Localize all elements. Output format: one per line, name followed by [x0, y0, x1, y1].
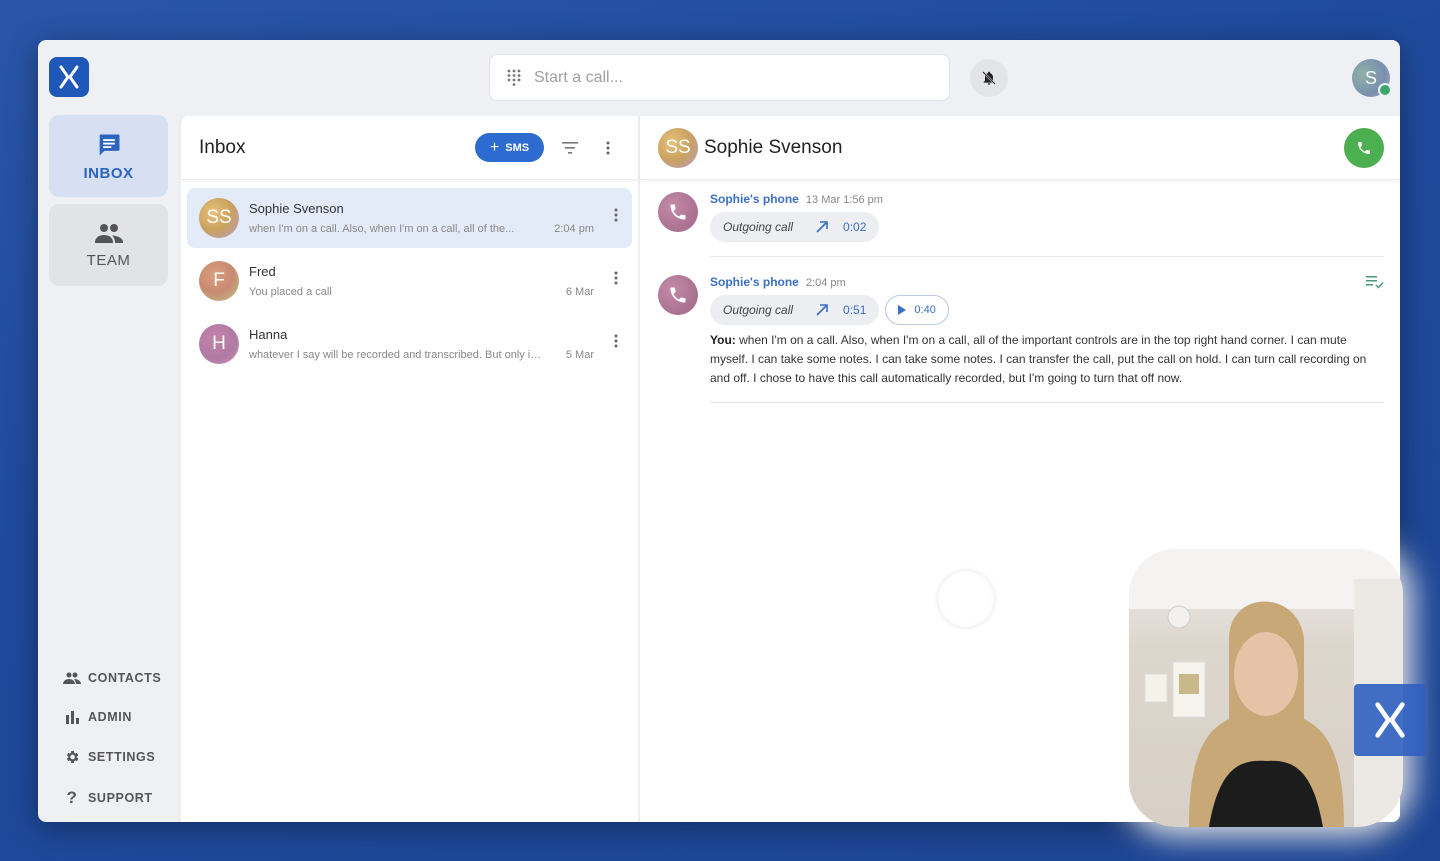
nav-admin[interactable]: ADMIN [62, 710, 132, 724]
message-timestamp: 2:04 pm [805, 277, 846, 289]
call-summary-pill: Outgoing call 0:02 [710, 212, 880, 242]
conversation-item[interactable]: F Fred You placed a call 6 Mar [187, 251, 632, 311]
recording-length: 0:40 [914, 304, 936, 316]
call-duration: 0:51 [843, 303, 867, 317]
message-timestamp: 13 Mar 1:56 pm [805, 194, 883, 206]
nav-inbox[interactable]: INBOX [49, 115, 168, 197]
nav-admin-label: ADMIN [88, 710, 132, 724]
more-vert-icon [614, 208, 618, 222]
gear-icon [62, 749, 82, 765]
nav-contacts[interactable]: CONTACTS [62, 671, 161, 685]
call-log-entry: Sophie's phone 13 Mar 1:56 pm Outgoing c… [658, 192, 1384, 257]
play-icon [898, 305, 907, 315]
start-call-search[interactable] [489, 54, 950, 101]
filter-button[interactable] [558, 136, 582, 160]
nav-inbox-label: INBOX [83, 164, 134, 182]
conversation-name: Sophie Svenson [249, 201, 344, 216]
avatar: SS [199, 198, 239, 238]
question-icon: ? [66, 788, 78, 807]
more-vert-icon [614, 271, 618, 285]
inbox-more-button[interactable] [596, 136, 620, 160]
divider [710, 402, 1384, 403]
avatar: H [199, 324, 239, 364]
conversation-time: 6 Mar [565, 286, 594, 298]
logo-x-icon [59, 65, 79, 89]
contact-avatar: SS [658, 127, 698, 168]
cursor-highlight [938, 571, 994, 627]
conversation-preview: whatever I say will be recorded and tran… [249, 349, 544, 361]
playlist-check-icon [1366, 276, 1384, 289]
outgoing-arrow-icon [815, 220, 829, 234]
transcript-speaker: You: [710, 333, 736, 347]
caller-avatar [658, 192, 698, 232]
conversation-name: Hanna [249, 327, 288, 342]
new-sms-button[interactable]: + SMS [475, 133, 544, 162]
conversation-time: 5 Mar [565, 349, 594, 361]
brand-watermark [1354, 684, 1426, 756]
inbox-panel: Inbox + SMS SS Sophie Svenson when I'm o… [181, 116, 638, 822]
call-summary-pill: Outgoing call 0:51 [710, 295, 880, 325]
dialpad-icon [507, 69, 521, 86]
caller-avatar [658, 275, 698, 315]
divider [710, 256, 1384, 257]
call-type: Outgoing call [723, 220, 794, 234]
phone-icon [670, 287, 686, 303]
conversation-preview: You placed a call [249, 286, 332, 298]
outgoing-arrow-icon [815, 303, 829, 317]
inbox-header: Inbox + SMS [181, 116, 638, 180]
phone-icon [1358, 141, 1370, 154]
filter-icon [562, 141, 578, 154]
transcript-text: when I'm on a call. Also, when I'm on a … [710, 333, 1367, 385]
conversation-preview: when I'm on a call. Also, when I'm on a … [249, 223, 515, 235]
nav-team[interactable]: TEAM [49, 204, 168, 286]
logo-x-icon [1375, 702, 1405, 738]
conversation-menu-button[interactable] [614, 271, 618, 290]
group-icon [94, 223, 123, 243]
message-sender[interactable]: Sophie's phone [710, 192, 799, 206]
call-contact-button[interactable] [1344, 127, 1384, 168]
conversation-menu-button[interactable] [614, 208, 618, 227]
conversation-name: Fred [249, 264, 276, 279]
chat-icon [99, 134, 119, 155]
conversation-menu-button[interactable] [614, 334, 618, 353]
conversation-time: 2:04 pm [554, 223, 594, 235]
play-recording-button[interactable]: 0:40 [885, 295, 949, 325]
phone-icon [670, 204, 686, 220]
nav-contacts-label: CONTACTS [88, 671, 162, 685]
contact-name: Sophie Svenson [704, 136, 843, 158]
bar-chart-icon [62, 710, 82, 724]
nav-team-label: TEAM [86, 251, 131, 269]
more-vert-icon [614, 334, 618, 348]
nav-settings[interactable]: SETTINGS [62, 749, 155, 765]
presence-indicator [1378, 83, 1392, 97]
plus-icon: + [489, 138, 500, 156]
more-vert-icon [606, 141, 610, 154]
message-sender[interactable]: Sophie's phone [710, 275, 799, 289]
nav-settings-label: SETTINGS [88, 750, 156, 764]
call-type: Outgoing call [723, 303, 794, 317]
bell-off-icon [982, 71, 996, 85]
user-initial: S [1364, 67, 1377, 88]
call-duration: 0:02 [843, 220, 867, 234]
conversation-item[interactable]: SS Sophie Svenson when I'm on a call. Al… [187, 188, 632, 248]
call-log-entry: Sophie's phone 2:04 pm Outgoing call 0:5… [658, 275, 1384, 403]
avatar: F [199, 261, 239, 301]
transcript-notes-button[interactable] [1366, 275, 1384, 294]
nav-support-label: SUPPORT [88, 791, 153, 805]
call-transcript: You: when I'm on a call. Also, when I'm … [710, 331, 1382, 388]
sms-button-label: SMS [505, 141, 530, 154]
app-logo[interactable] [49, 57, 89, 97]
search-input[interactable] [534, 68, 914, 87]
conversation-item[interactable]: H Hanna whatever I say will be recorded … [187, 314, 632, 374]
conversation-header: SS Sophie Svenson [640, 116, 1400, 180]
nav-support[interactable]: ? SUPPORT [62, 788, 153, 808]
inbox-title: Inbox [199, 136, 246, 158]
contacts-icon [62, 672, 82, 684]
notifications-muted-button[interactable] [970, 59, 1008, 97]
